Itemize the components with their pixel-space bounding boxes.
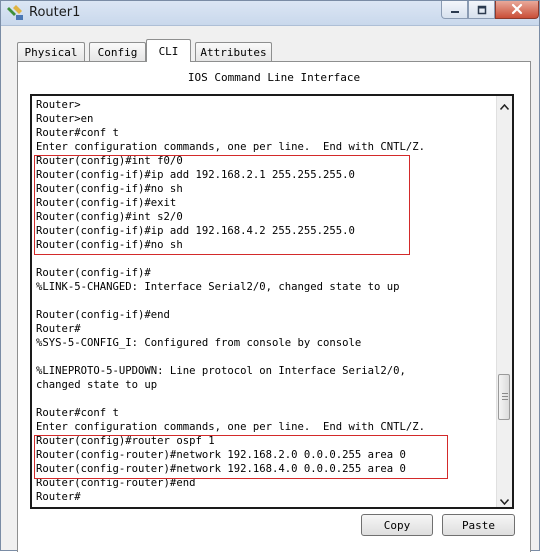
terminal-scrollbar[interactable] — [496, 96, 512, 507]
terminal-line: Router#conf t — [36, 127, 119, 139]
tab-label: CLI — [158, 44, 179, 58]
title-bar: Router1 — [1, 1, 539, 26]
cli-terminal[interactable]: Router> Router>en Router#conf t Enter confi… — [30, 94, 514, 509]
cli-panel: IOS Command Line Interface Router> Router… — [17, 61, 531, 552]
close-button[interactable] — [495, 1, 539, 19]
arrow-down-icon — [499, 490, 510, 508]
highlight-box-interface-config — [34, 155, 410, 255]
copy-button-label: Copy — [383, 518, 411, 532]
terminal-line: Router>en — [36, 113, 94, 125]
terminal-line: %LINEPROTO-5-UPDOWN: Line protocol on In… — [36, 365, 406, 377]
terminal-line: Router(config-if)#end — [36, 309, 170, 321]
tab-physical[interactable]: Physical — [17, 42, 85, 61]
tab-config[interactable]: Config — [89, 42, 146, 61]
copy-button[interactable]: Copy — [361, 514, 433, 536]
maximize-button[interactable] — [468, 1, 495, 19]
scroll-thumb[interactable] — [498, 374, 510, 420]
tab-attributes[interactable]: Attributes — [195, 42, 272, 61]
terminal-line: Router# — [36, 323, 81, 335]
terminal-line: Router# — [36, 491, 81, 503]
router-window: Router1 Physical Config CLI Attributes I… — [0, 0, 540, 552]
scroll-up-arrow[interactable] — [497, 96, 512, 112]
terminal-line: %SYS-5-CONFIG_I: Configured from console… — [36, 337, 362, 349]
paste-button[interactable]: Paste — [442, 514, 515, 536]
maximize-icon — [477, 0, 487, 19]
terminal-line: Router(config-if)# — [36, 267, 151, 279]
tab-label: Physical — [24, 45, 78, 59]
highlight-box-ospf-config — [34, 435, 448, 479]
terminal-line: %LINK-5-CHANGED: Interface Serial2/0, ch… — [36, 281, 400, 293]
terminal-line: changed state to up — [36, 379, 158, 391]
tab-label: Config — [97, 45, 138, 59]
close-icon — [511, 0, 523, 19]
terminal-line: Enter configuration commands, one per li… — [36, 421, 426, 433]
tab-label: Attributes — [200, 45, 267, 59]
minimize-icon — [450, 0, 460, 19]
terminal-line: Enter configuration commands, one per li… — [36, 141, 426, 153]
terminal-line: Router#conf t — [36, 407, 119, 419]
paste-button-label: Paste — [461, 518, 496, 532]
minimize-button[interactable] — [441, 1, 468, 19]
arrow-up-icon — [499, 96, 510, 114]
scroll-down-arrow[interactable] — [497, 491, 512, 507]
window-title: Router1 — [29, 5, 81, 20]
router-config-icon — [7, 4, 24, 21]
panel-title: IOS Command Line Interface — [187, 71, 361, 84]
tab-cli[interactable]: CLI — [146, 39, 191, 62]
terminal-line: Router> — [36, 99, 81, 111]
